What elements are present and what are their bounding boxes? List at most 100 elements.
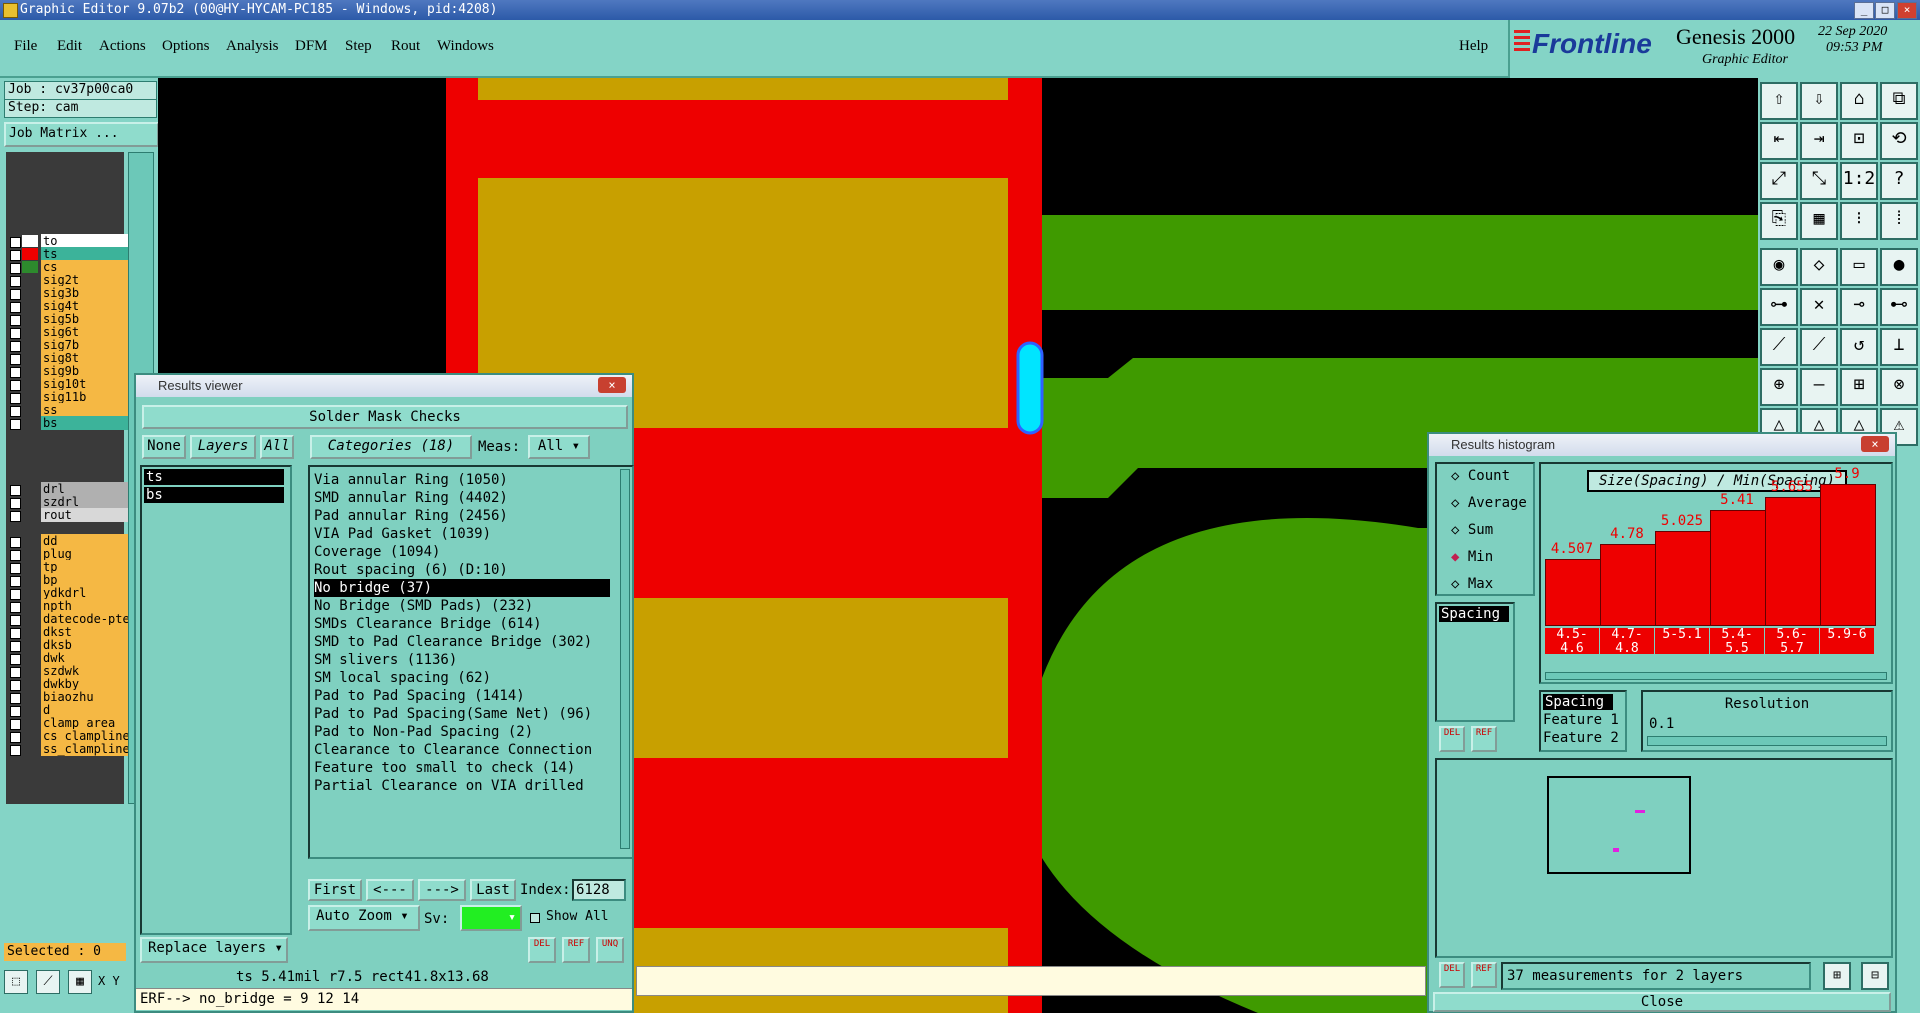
- arc-icon[interactable]: ↺: [1840, 328, 1878, 366]
- category-item[interactable]: Via annular Ring (1050): [314, 471, 610, 489]
- maximize-button[interactable]: □: [1875, 2, 1895, 19]
- menu-rout[interactable]: Rout: [391, 38, 420, 55]
- window-icon[interactable]: ⧉: [1880, 82, 1918, 120]
- category-item[interactable]: SMD annular Ring (4402): [314, 489, 610, 507]
- meas-dropdown[interactable]: All ▾: [528, 435, 590, 459]
- layer-name[interactable]: cs_clampline: [41, 729, 131, 743]
- category-item[interactable]: SM local spacing (62): [314, 669, 610, 687]
- del-button[interactable]: DEL: [528, 937, 556, 963]
- first-button[interactable]: First: [308, 879, 362, 901]
- next-button[interactable]: --->: [418, 879, 466, 901]
- replace-layers-button[interactable]: Replace layers ▾: [140, 937, 288, 963]
- cross-icon[interactable]: ✕: [1800, 288, 1838, 326]
- menu-help[interactable]: Help: [1459, 38, 1488, 55]
- layer-name[interactable]: d: [41, 703, 131, 717]
- auto-zoom-button[interactable]: Auto Zoom ▾: [308, 905, 420, 931]
- layer-row[interactable]: rout: [8, 508, 131, 523]
- prev-button[interactable]: <---: [366, 879, 414, 901]
- layer-name[interactable]: datecode-pte: [41, 612, 131, 626]
- field-item-feature2[interactable]: Feature 2: [1543, 730, 1619, 746]
- histogram-bar[interactable]: [1765, 497, 1821, 626]
- layer-checkbox[interactable]: [10, 745, 21, 756]
- menu-dfm[interactable]: DFM: [295, 38, 328, 55]
- menu-windows[interactable]: Windows: [437, 38, 494, 55]
- categories-scrollbar[interactable]: [620, 469, 630, 849]
- layer-name[interactable]: drl: [41, 482, 131, 496]
- ref-button[interactable]: REF: [562, 937, 590, 963]
- histogram-bar[interactable]: [1710, 510, 1766, 626]
- histogram-bar[interactable]: [1600, 544, 1656, 626]
- index-field[interactable]: 6128: [572, 879, 626, 901]
- dot-icon[interactable]: ●: [1880, 248, 1918, 286]
- layer-name[interactable]: sig2t: [41, 273, 131, 287]
- resolution-slider[interactable]: [1647, 736, 1887, 746]
- category-item[interactable]: Pad to Non-Pad Spacing (2): [314, 723, 610, 741]
- category-item[interactable]: No Bridge (SMD Pads) (232): [314, 597, 610, 615]
- all-button[interactable]: All: [260, 435, 294, 459]
- menu-file[interactable]: File: [14, 38, 37, 55]
- shape-icon[interactable]: ◇: [1800, 248, 1838, 286]
- category-item[interactable]: Coverage (1094): [314, 543, 610, 561]
- grid-icon[interactable]: ▦: [1800, 202, 1838, 240]
- layer-name[interactable]: cs: [41, 260, 131, 274]
- footer-del-button[interactable]: DEL: [1439, 962, 1465, 988]
- layer-name[interactable]: to: [41, 234, 131, 248]
- category-item[interactable]: Rout spacing (6) (D:10): [314, 561, 610, 579]
- draw2-icon[interactable]: ⟋: [1800, 328, 1838, 366]
- menu-edit[interactable]: Edit: [57, 38, 82, 55]
- layer-name[interactable]: sig5b: [41, 312, 131, 326]
- field-item-feature1[interactable]: Feature 1: [1543, 712, 1619, 728]
- category-item[interactable]: Partial Clearance on VIA drilled: [314, 777, 610, 795]
- categories-button[interactable]: Categories (18): [310, 435, 472, 459]
- layer-name[interactable]: sig9b: [41, 364, 131, 378]
- layer-name[interactable]: bp: [41, 573, 131, 587]
- layer-name[interactable]: dwk: [41, 651, 131, 665]
- measure-item-spacing[interactable]: Spacing: [1439, 606, 1509, 622]
- layer-name[interactable]: bs: [41, 416, 131, 430]
- show-all-checkbox[interactable]: [530, 913, 540, 923]
- minimize-button[interactable]: _: [1854, 2, 1874, 19]
- category-item[interactable]: No bridge (37): [314, 579, 610, 597]
- category-item[interactable]: SMDs Clearance Bridge (614): [314, 615, 610, 633]
- menu-step[interactable]: Step: [345, 38, 372, 55]
- dash-icon[interactable]: —: [1800, 368, 1838, 406]
- layer-name[interactable]: plug: [41, 547, 131, 561]
- array-icon[interactable]: ⊞: [1840, 368, 1878, 406]
- measure-icon[interactable]: ⟋: [36, 970, 60, 994]
- layer-name[interactable]: clamp_area: [41, 716, 131, 730]
- category-item[interactable]: SM slivers (1136): [314, 651, 610, 669]
- layer-name[interactable]: sig7b: [41, 338, 131, 352]
- menu-analysis[interactable]: Analysis: [226, 38, 279, 55]
- home-icon[interactable]: ⌂: [1840, 82, 1878, 120]
- histogram-bar[interactable]: [1655, 530, 1711, 626]
- layer-name[interactable]: ss_clampline: [41, 742, 131, 756]
- footer-ref-button[interactable]: REF: [1471, 962, 1497, 988]
- histogram-close-button[interactable]: Close: [1433, 992, 1891, 1012]
- menu-actions[interactable]: Actions: [99, 38, 146, 55]
- aggregate-radio[interactable]: ◇ Max: [1451, 576, 1493, 592]
- category-item[interactable]: Pad to Pad Spacing(Same Net) (96): [314, 705, 610, 723]
- layer-checkbox[interactable]: [10, 419, 21, 430]
- help-icon[interactable]: ?: [1880, 162, 1918, 200]
- field-list[interactable]: Spacing Feature 1 Feature 2: [1539, 690, 1627, 752]
- categories-listbox[interactable]: Via annular Ring (1050) SMD annular Ring …: [308, 465, 634, 859]
- report-icon[interactable]: ⊟: [1861, 962, 1889, 990]
- unq-button[interactable]: UNQ: [596, 937, 624, 963]
- category-item[interactable]: Pad annular Ring (2456): [314, 507, 610, 525]
- menu-options[interactable]: Options: [162, 38, 210, 55]
- close-button[interactable]: ×: [1897, 2, 1917, 19]
- scale-icon[interactable]: 1:2: [1840, 162, 1878, 200]
- layer-name[interactable]: dksb: [41, 638, 131, 652]
- last-button[interactable]: Last: [470, 879, 516, 901]
- edge-icon[interactable]: ⊥: [1880, 328, 1918, 366]
- layer-listbox[interactable]: ts bs: [140, 465, 292, 935]
- results-viewer-close-button[interactable]: ×: [598, 377, 626, 393]
- sv-color-dropdown[interactable]: ▾: [460, 905, 522, 931]
- layer-name[interactable]: dkst: [41, 625, 131, 639]
- layer-row[interactable]: bs: [8, 416, 131, 431]
- layer-name[interactable]: rout: [41, 508, 131, 522]
- layer-name[interactable]: npth: [41, 599, 131, 613]
- layer-name[interactable]: sig10t: [41, 377, 131, 391]
- copy-icon[interactable]: ⎘: [1760, 202, 1798, 240]
- layer-item-bs[interactable]: bs: [144, 487, 284, 503]
